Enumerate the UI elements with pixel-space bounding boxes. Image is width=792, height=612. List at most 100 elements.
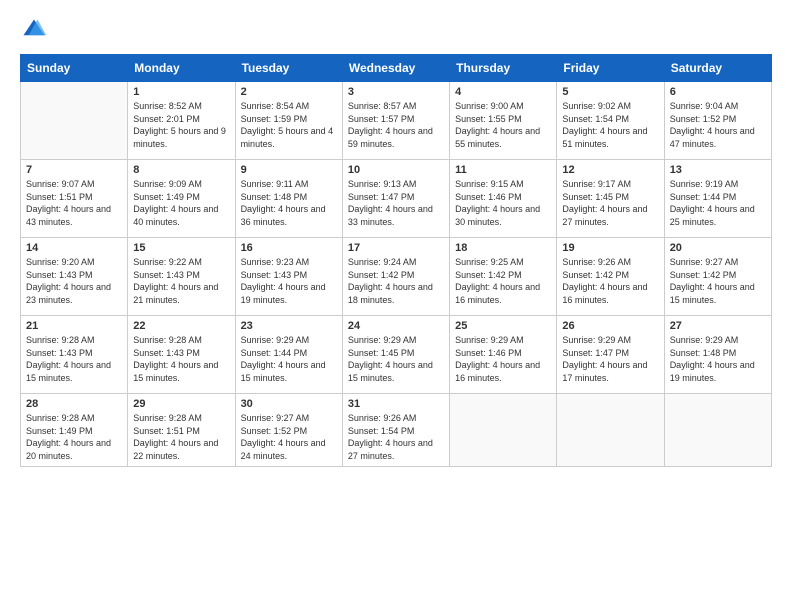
day-number: 29: [133, 398, 229, 410]
cell-info: Sunrise: 9:28 AMSunset: 1:49 PMDaylight:…: [26, 412, 122, 462]
cell-info: Sunrise: 9:28 AMSunset: 1:51 PMDaylight:…: [133, 412, 229, 462]
cell-info: Sunrise: 9:20 AMSunset: 1:43 PMDaylight:…: [26, 256, 122, 306]
cell-info: Sunrise: 9:29 AMSunset: 1:45 PMDaylight:…: [348, 334, 444, 384]
cell-info: Sunrise: 9:29 AMSunset: 1:47 PMDaylight:…: [562, 334, 658, 384]
cell-info: Sunrise: 9:29 AMSunset: 1:46 PMDaylight:…: [455, 334, 551, 384]
calendar-week-row: 14 Sunrise: 9:20 AMSunset: 1:43 PMDayligh…: [21, 238, 772, 316]
cell-info: Sunrise: 9:07 AMSunset: 1:51 PMDaylight:…: [26, 178, 122, 228]
cell-info: Sunrise: 9:15 AMSunset: 1:46 PMDaylight:…: [455, 178, 551, 228]
calendar-cell: 19 Sunrise: 9:26 AMSunset: 1:42 PMDayligh…: [557, 238, 664, 316]
day-number: 23: [241, 320, 337, 332]
calendar-day-header: Friday: [557, 55, 664, 82]
cell-info: Sunrise: 9:13 AMSunset: 1:47 PMDaylight:…: [348, 178, 444, 228]
calendar-day-header: Monday: [128, 55, 235, 82]
day-number: 28: [26, 398, 122, 410]
calendar-cell: 11 Sunrise: 9:15 AMSunset: 1:46 PMDayligh…: [450, 160, 557, 238]
day-number: 2: [241, 86, 337, 98]
cell-info: Sunrise: 9:09 AMSunset: 1:49 PMDaylight:…: [133, 178, 229, 228]
cell-info: Sunrise: 9:29 AMSunset: 1:48 PMDaylight:…: [670, 334, 766, 384]
day-number: 12: [562, 164, 658, 176]
calendar-cell: 24 Sunrise: 9:29 AMSunset: 1:45 PMDayligh…: [342, 316, 449, 394]
day-number: 25: [455, 320, 551, 332]
cell-info: Sunrise: 9:02 AMSunset: 1:54 PMDaylight:…: [562, 100, 658, 150]
cell-info: Sunrise: 9:24 AMSunset: 1:42 PMDaylight:…: [348, 256, 444, 306]
calendar-header-row: SundayMondayTuesdayWednesdayThursdayFrid…: [21, 55, 772, 82]
cell-info: Sunrise: 9:00 AMSunset: 1:55 PMDaylight:…: [455, 100, 551, 150]
calendar-day-header: Sunday: [21, 55, 128, 82]
cell-info: Sunrise: 9:23 AMSunset: 1:43 PMDaylight:…: [241, 256, 337, 306]
day-number: 13: [670, 164, 766, 176]
cell-info: Sunrise: 9:11 AMSunset: 1:48 PMDaylight:…: [241, 178, 337, 228]
calendar-week-row: 1 Sunrise: 8:52 AMSunset: 2:01 PMDaylight…: [21, 82, 772, 160]
calendar-week-row: 28 Sunrise: 9:28 AMSunset: 1:49 PMDayligh…: [21, 394, 772, 467]
calendar-cell: 15 Sunrise: 9:22 AMSunset: 1:43 PMDayligh…: [128, 238, 235, 316]
cell-info: Sunrise: 9:28 AMSunset: 1:43 PMDaylight:…: [133, 334, 229, 384]
day-number: 20: [670, 242, 766, 254]
day-number: 24: [348, 320, 444, 332]
calendar-cell: 5Sunrise: 9:02 AMSunset: 1:54 PMDaylight…: [557, 82, 664, 160]
cell-info: Sunrise: 9:28 AMSunset: 1:43 PMDaylight:…: [26, 334, 122, 384]
calendar-cell: 7 Sunrise: 9:07 AMSunset: 1:51 PMDaylight…: [21, 160, 128, 238]
calendar-day-header: Saturday: [664, 55, 771, 82]
calendar-cell: 18Sunrise: 9:25 AMSunset: 1:42 PMDayligh…: [450, 238, 557, 316]
calendar-day-header: Tuesday: [235, 55, 342, 82]
cell-info: Sunrise: 9:22 AMSunset: 1:43 PMDaylight:…: [133, 256, 229, 306]
calendar-cell: 2 Sunrise: 8:54 AMSunset: 1:59 PMDaylight…: [235, 82, 342, 160]
calendar-week-row: 7 Sunrise: 9:07 AMSunset: 1:51 PMDaylight…: [21, 160, 772, 238]
calendar-cell: 12Sunrise: 9:17 AMSunset: 1:45 PMDayligh…: [557, 160, 664, 238]
day-number: 31: [348, 398, 444, 410]
day-number: 19: [562, 242, 658, 254]
day-number: 15: [133, 242, 229, 254]
calendar-cell: 1 Sunrise: 8:52 AMSunset: 2:01 PMDaylight…: [128, 82, 235, 160]
calendar-cell: 23 Sunrise: 9:29 AMSunset: 1:44 PMDayligh…: [235, 316, 342, 394]
calendar-cell: 9 Sunrise: 9:11 AMSunset: 1:48 PMDaylight…: [235, 160, 342, 238]
calendar-cell: 27 Sunrise: 9:29 AMSunset: 1:48 PMDayligh…: [664, 316, 771, 394]
day-number: 1: [133, 86, 229, 98]
cell-info: Sunrise: 8:57 AMSunset: 1:57 PMDaylight:…: [348, 100, 444, 150]
day-number: 30: [241, 398, 337, 410]
logo-icon: [20, 16, 48, 44]
day-number: 16: [241, 242, 337, 254]
day-number: 3: [348, 86, 444, 98]
day-number: 17: [348, 242, 444, 254]
calendar-cell: 8 Sunrise: 9:09 AMSunset: 1:49 PMDaylight…: [128, 160, 235, 238]
cell-info: Sunrise: 9:29 AMSunset: 1:44 PMDaylight:…: [241, 334, 337, 384]
calendar-table: SundayMondayTuesdayWednesdayThursdayFrid…: [20, 54, 772, 467]
calendar-cell: [450, 394, 557, 467]
calendar-cell: [557, 394, 664, 467]
cell-info: Sunrise: 9:19 AMSunset: 1:44 PMDaylight:…: [670, 178, 766, 228]
day-number: 14: [26, 242, 122, 254]
calendar-cell: 16 Sunrise: 9:23 AMSunset: 1:43 PMDayligh…: [235, 238, 342, 316]
calendar-cell: 10Sunrise: 9:13 AMSunset: 1:47 PMDayligh…: [342, 160, 449, 238]
calendar-week-row: 21 Sunrise: 9:28 AMSunset: 1:43 PMDayligh…: [21, 316, 772, 394]
day-number: 7: [26, 164, 122, 176]
calendar-cell: 21 Sunrise: 9:28 AMSunset: 1:43 PMDayligh…: [21, 316, 128, 394]
calendar-cell: [21, 82, 128, 160]
calendar-day-header: Thursday: [450, 55, 557, 82]
calendar-cell: 31 Sunrise: 9:26 AMSunset: 1:54 PMDayligh…: [342, 394, 449, 467]
calendar-cell: 30Sunrise: 9:27 AMSunset: 1:52 PMDayligh…: [235, 394, 342, 467]
cell-info: Sunrise: 9:26 AMSunset: 1:54 PMDaylight:…: [348, 412, 444, 462]
calendar-cell: 13 Sunrise: 9:19 AMSunset: 1:44 PMDayligh…: [664, 160, 771, 238]
cell-info: Sunrise: 9:26 AMSunset: 1:42 PMDaylight:…: [562, 256, 658, 306]
cell-info: Sunrise: 9:04 AMSunset: 1:52 PMDaylight:…: [670, 100, 766, 150]
calendar-cell: 25 Sunrise: 9:29 AMSunset: 1:46 PMDayligh…: [450, 316, 557, 394]
day-number: 8: [133, 164, 229, 176]
cell-info: Sunrise: 8:54 AMSunset: 1:59 PMDaylight:…: [241, 100, 337, 150]
day-number: 22: [133, 320, 229, 332]
calendar-day-header: Wednesday: [342, 55, 449, 82]
calendar-cell: 28 Sunrise: 9:28 AMSunset: 1:49 PMDayligh…: [21, 394, 128, 467]
cell-info: Sunrise: 8:52 AMSunset: 2:01 PMDaylight:…: [133, 100, 229, 150]
day-number: 21: [26, 320, 122, 332]
calendar-cell: 29 Sunrise: 9:28 AMSunset: 1:51 PMDayligh…: [128, 394, 235, 467]
calendar-cell: 17 Sunrise: 9:24 AMSunset: 1:42 PMDayligh…: [342, 238, 449, 316]
day-number: 6: [670, 86, 766, 98]
calendar-cell: 20 Sunrise: 9:27 AMSunset: 1:42 PMDayligh…: [664, 238, 771, 316]
calendar-cell: 22 Sunrise: 9:28 AMSunset: 1:43 PMDayligh…: [128, 316, 235, 394]
day-number: 11: [455, 164, 551, 176]
calendar-cell: 6 Sunrise: 9:04 AMSunset: 1:52 PMDaylight…: [664, 82, 771, 160]
day-number: 9: [241, 164, 337, 176]
cell-info: Sunrise: 9:27 AMSunset: 1:42 PMDaylight:…: [670, 256, 766, 306]
calendar-cell: 26Sunrise: 9:29 AMSunset: 1:47 PMDayligh…: [557, 316, 664, 394]
day-number: 27: [670, 320, 766, 332]
